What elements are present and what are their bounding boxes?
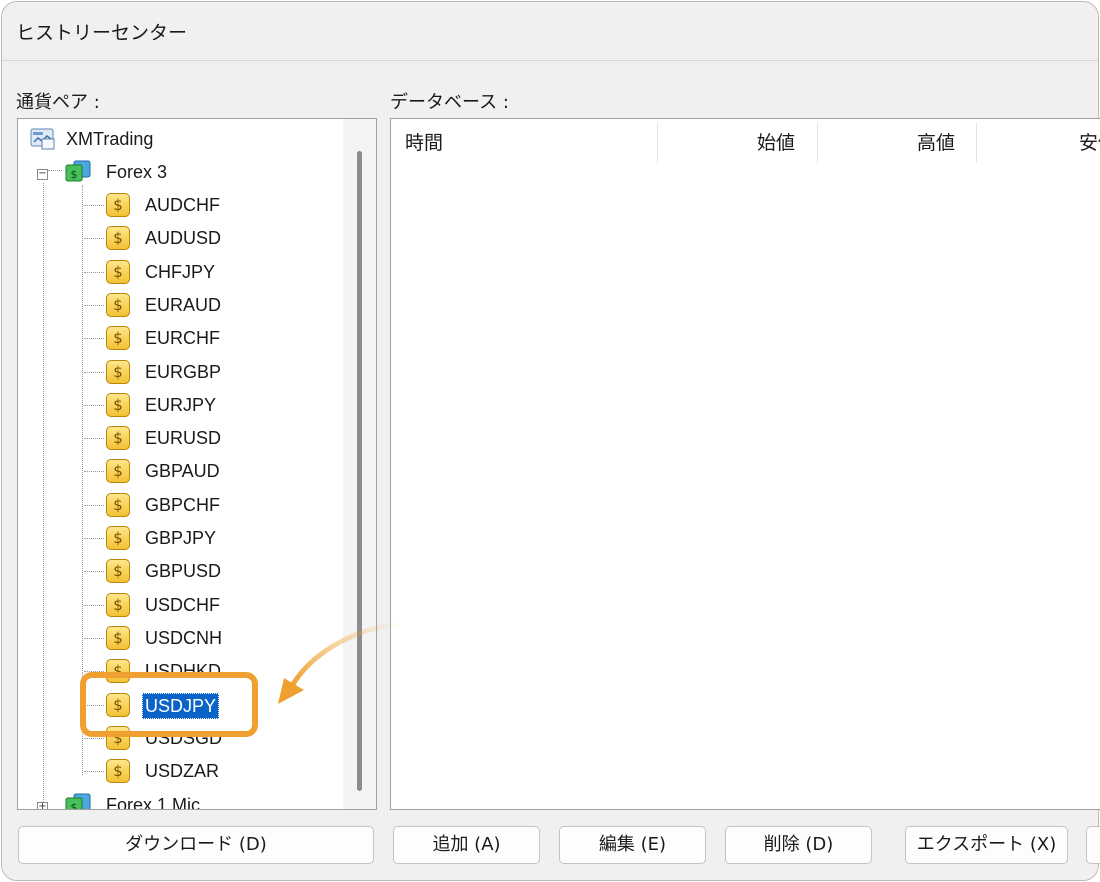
column-header-open[interactable]: 始値 (659, 119, 807, 167)
tree-guide-line (84, 771, 104, 772)
tree-symbol-label: CHFJPY (145, 262, 216, 282)
tree-symbol-label: GBPJPY (145, 528, 217, 548)
tree-guide-line (84, 338, 104, 339)
tree-guide-line (48, 170, 62, 171)
server-icon (30, 128, 55, 150)
tree-guide-line (84, 305, 104, 306)
column-header-high[interactable]: 高値 (819, 119, 967, 167)
tree-symbol-label: EURJPY (145, 395, 217, 415)
dollar-coin-icon: $ (106, 426, 130, 450)
export-button[interactable]: エクスポート (X) (905, 826, 1068, 864)
title-bar[interactable]: ヒストリーセンター (2, 2, 1098, 61)
dollar-coin-icon: $ (106, 559, 130, 583)
partial-button[interactable] (1086, 826, 1100, 864)
tree-symbol-item[interactable]: $ AUDUSD (18, 224, 343, 252)
column-header-low[interactable]: 安値 (1079, 119, 1100, 167)
edit-button[interactable]: 編集 (E) (559, 826, 706, 864)
tree-guide-line (84, 471, 104, 472)
collapse-icon[interactable]: − (37, 169, 48, 180)
column-divider[interactable] (657, 123, 658, 163)
tree-guide-line (84, 372, 104, 373)
svg-text:$: $ (71, 168, 78, 181)
tree-symbol-label: AUDCHF (145, 195, 220, 215)
dollar-coin-icon: $ (106, 593, 130, 617)
column-header-time[interactable]: 時間 (405, 119, 443, 167)
tree-guide-line (84, 205, 104, 206)
tree-symbol-item[interactable]: $ CHFJPY (18, 258, 343, 286)
dollar-coin-icon: $ (106, 393, 130, 417)
tree-symbol-item[interactable]: $ USDZAR (18, 757, 343, 785)
dollar-coin-icon: $ (106, 526, 130, 550)
tree-guide-line (84, 505, 104, 506)
tree-guide-line (84, 238, 104, 239)
tree-symbol-item[interactable]: $ GBPUSD (18, 557, 343, 585)
tree-symbol-label: GBPCHF (145, 495, 221, 515)
tree-symbol-label: GBPAUD (145, 461, 220, 481)
tree-symbol-item[interactable]: $ AUDCHF (18, 191, 343, 219)
folder-money-icon: $ (65, 793, 91, 809)
tree-symbol-item[interactable]: $ EURGBP (18, 358, 343, 386)
tree-group-label: Forex 3 (106, 162, 168, 182)
tree-guide-line (84, 738, 104, 739)
add-button[interactable]: 追加 (A) (393, 826, 540, 864)
tree-group-forex1mic[interactable]: + $ Forex 1 Mic (18, 791, 343, 809)
tree-root-item[interactable]: XMTrading (18, 125, 343, 153)
tree-symbol-label: EURGBP (145, 362, 222, 382)
dollar-coin-icon: $ (106, 193, 130, 217)
tree-group-forex3[interactable]: − $ Forex 3 (18, 158, 343, 186)
tree-symbol-label: USDCHF (145, 595, 220, 615)
tree-symbol-label: EURAUD (145, 295, 222, 315)
tree-root-label: XMTrading (66, 129, 154, 149)
tree-guide-line (84, 438, 104, 439)
delete-button[interactable]: 削除 (D) (725, 826, 872, 864)
download-button[interactable]: ダウンロード (D) (18, 826, 374, 864)
tree-symbol-item[interactable]: $ GBPCHF (18, 491, 343, 519)
tree-guide-line (84, 538, 104, 539)
window-title: ヒストリーセンター (16, 22, 188, 44)
database-table[interactable]: 時間 始値 高値 安値 (390, 118, 1100, 810)
column-divider[interactable] (817, 123, 818, 163)
dollar-coin-icon: $ (106, 226, 130, 250)
pointer-arrow-icon (278, 621, 400, 704)
tree-guide-line (84, 605, 104, 606)
dollar-coin-icon: $ (106, 260, 130, 284)
tree-symbol-item[interactable]: $ EURAUD (18, 291, 343, 319)
dollar-coin-icon: $ (106, 459, 130, 483)
tree-symbol-item[interactable]: $ EURJPY (18, 391, 343, 419)
column-divider[interactable] (976, 123, 977, 163)
dollar-coin-icon: $ (106, 293, 130, 317)
tree-group-label: Forex 1 Mic (106, 795, 201, 809)
tree-guide-line (84, 272, 104, 273)
tree-symbol-item[interactable]: $ EURCHF (18, 324, 343, 352)
tree-symbol-label: EURUSD (145, 428, 222, 448)
tree-symbol-label: AUDUSD (145, 228, 222, 248)
currency-pair-label: 通貨ペア : (16, 92, 100, 113)
dollar-coin-icon: $ (106, 493, 130, 517)
dollar-coin-icon: $ (106, 759, 130, 783)
tree-symbol-item[interactable]: $ EURUSD (18, 424, 343, 452)
tree-symbol-label: EURCHF (145, 328, 220, 348)
tree-guide-line (84, 405, 104, 406)
selection-highlight-box (80, 672, 258, 737)
svg-text:$: $ (71, 801, 78, 809)
tree-symbol-item[interactable]: $ GBPJPY (18, 524, 343, 552)
table-header: 時間 始値 高値 安値 (391, 119, 1100, 167)
tree-guide-line (84, 638, 104, 639)
dollar-coin-icon: $ (106, 626, 130, 650)
tree-symbol-item[interactable]: $ USDCHF (18, 591, 343, 619)
folder-money-icon: $ (65, 160, 91, 182)
tree-symbol-label: USDZAR (145, 761, 220, 781)
tree-symbol-item[interactable]: $ GBPAUD (18, 457, 343, 485)
dollar-coin-icon: $ (106, 326, 130, 350)
database-label: データベース : (390, 92, 509, 113)
tree-guide-line (84, 571, 104, 572)
expand-icon[interactable]: + (37, 802, 48, 809)
tree-symbol-label: GBPUSD (145, 561, 222, 581)
tree-symbol-label: USDCNH (145, 628, 223, 648)
dollar-coin-icon: $ (106, 360, 130, 384)
